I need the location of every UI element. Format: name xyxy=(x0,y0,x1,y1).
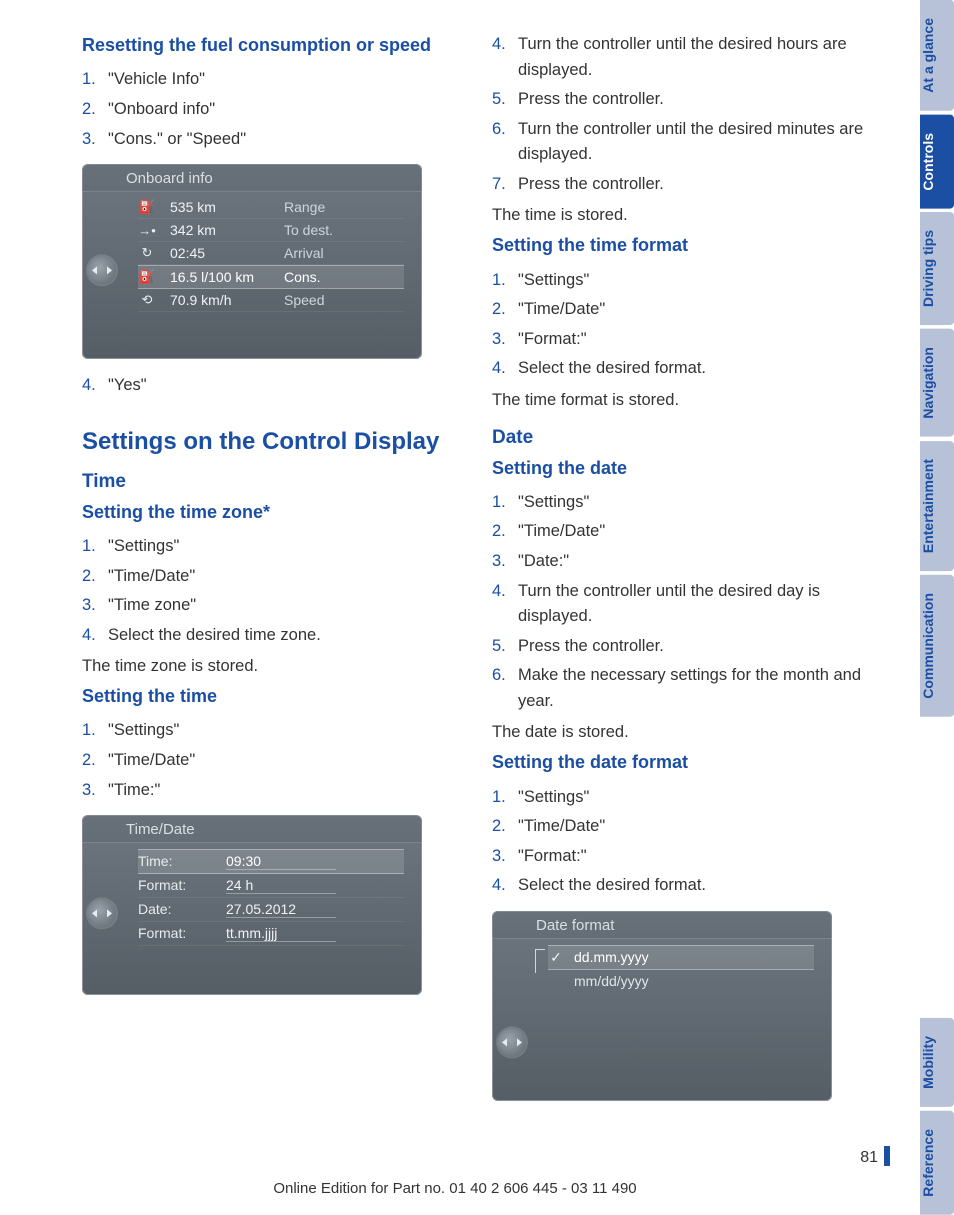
date-format-steps: 1."Settings" 2."Time/Date" 3."Format:" 4… xyxy=(492,785,872,899)
fuel-icon: ⛽ xyxy=(138,199,156,215)
tab-navigation[interactable]: Navigation xyxy=(920,329,954,437)
onboard-info-screenshot: Onboard info ⛽535 kmRange →•342 kmTo des… xyxy=(82,164,422,359)
clock-icon: ↻ xyxy=(138,245,156,261)
chapter-tabs: At a glance Controls Driving tips Naviga… xyxy=(920,0,954,1215)
date-steps: 1."Settings" 2."Time/Date" 3."Date:" 4.T… xyxy=(492,490,872,715)
speed-icon: ⟲ xyxy=(138,292,156,308)
tab-mobility[interactable]: Mobility xyxy=(920,1018,954,1107)
controller-knob-icon xyxy=(498,1029,526,1057)
controller-knob-icon xyxy=(88,900,116,928)
page-number: 81 xyxy=(0,1146,890,1167)
timezone-note: The time zone is stored. xyxy=(82,654,462,679)
heading-time: Time xyxy=(82,471,462,493)
destination-icon: →• xyxy=(138,223,156,238)
consumption-icon: ⛽ xyxy=(138,269,156,285)
check-icon: ✓ xyxy=(548,949,564,966)
tab-reference[interactable]: Reference xyxy=(920,1111,954,1215)
time-steps: 1."Settings" 2."Time/Date" 3."Time:" xyxy=(82,718,462,803)
reset-step-4: 4."Yes" xyxy=(82,373,462,399)
tab-entertainment[interactable]: Entertainment xyxy=(920,441,954,571)
heading-date: Date xyxy=(492,427,872,449)
heading-set-date: Setting the date xyxy=(492,457,872,480)
tab-driving-tips[interactable]: Driving tips xyxy=(920,212,954,325)
date-format-screenshot: Date format ✓dd.mm.yyyy mm/dd/yyyy xyxy=(492,911,832,1101)
time-steps-continued: 4.Turn the controller until the desired … xyxy=(492,32,872,197)
callout-bracket-icon xyxy=(535,949,545,973)
heading-timezone: Setting the time zone* xyxy=(82,501,462,524)
footer-text: Online Edition for Part no. 01 40 2 606 … xyxy=(0,1180,910,1197)
time-format-note: The time format is stored. xyxy=(492,388,872,413)
tab-at-a-glance[interactable]: At a glance xyxy=(920,0,954,111)
heading-time-format: Setting the time format xyxy=(492,234,872,257)
time-date-screenshot: Time/Date Time:09:30 Format:24 h Date:27… xyxy=(82,815,422,995)
heading-settings-display: Settings on the Control Display xyxy=(82,427,462,457)
heading-reset: Resetting the fuel consumption or speed xyxy=(82,34,462,57)
tab-communication[interactable]: Communication xyxy=(920,575,954,717)
right-column: 4.Turn the controller until the desired … xyxy=(492,28,872,1115)
controller-knob-icon xyxy=(88,256,116,284)
time-format-steps: 1."Settings" 2."Time/Date" 3."Format:" 4… xyxy=(492,268,872,382)
timezone-steps: 1."Settings" 2."Time/Date" 3."Time zone"… xyxy=(82,534,462,648)
heading-set-time: Setting the time xyxy=(82,685,462,708)
time-stored-note: The time is stored. xyxy=(492,203,872,228)
left-column: Resetting the fuel consumption or speed … xyxy=(82,28,462,1115)
date-stored-note: The date is stored. xyxy=(492,720,872,745)
tab-controls[interactable]: Controls xyxy=(920,115,954,209)
reset-steps: 1."Vehicle Info" 2."Onboard info" 3."Con… xyxy=(82,67,462,152)
heading-date-format: Setting the date format xyxy=(492,751,872,774)
